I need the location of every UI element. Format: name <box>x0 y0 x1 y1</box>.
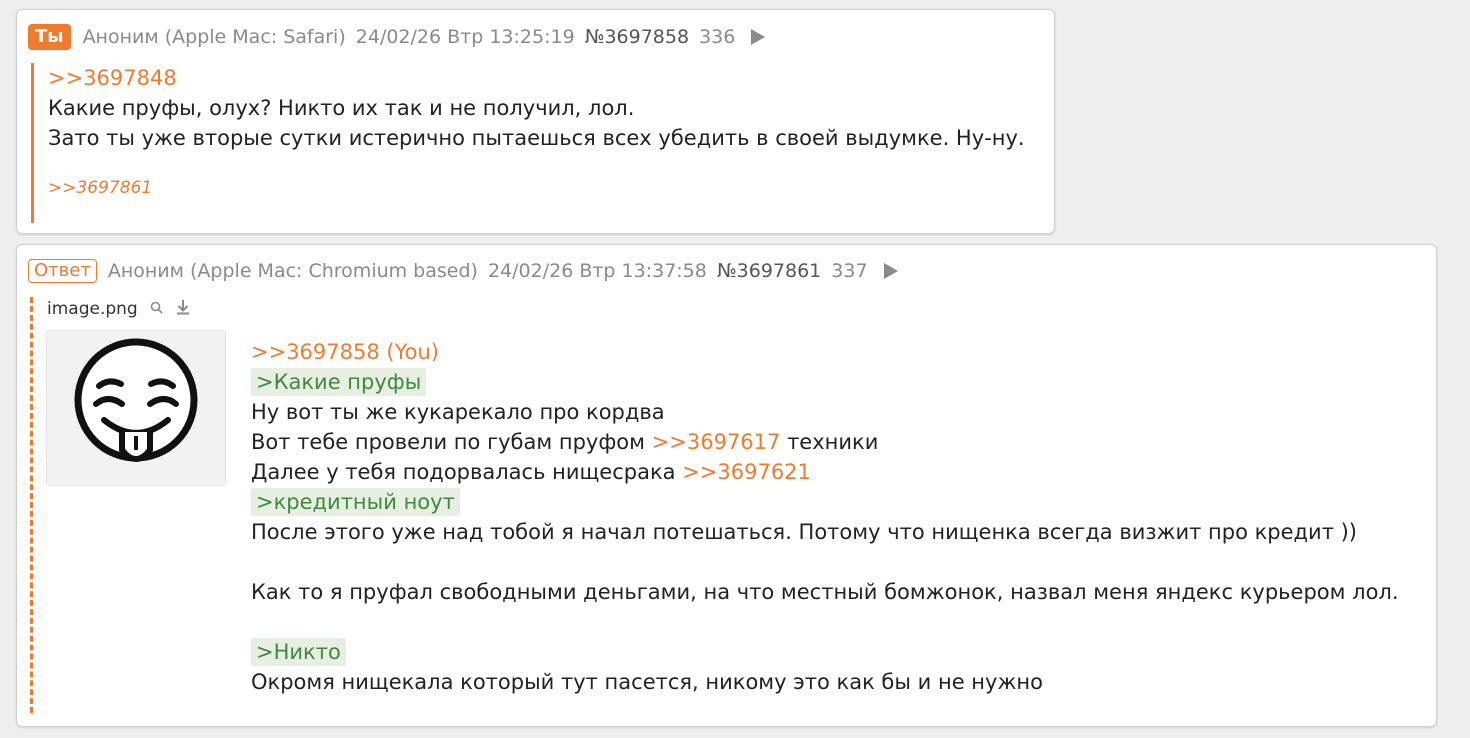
post-count: 336 <box>699 26 736 48</box>
file-info: image.png <box>47 299 191 319</box>
message-text: техники <box>780 430 879 454</box>
post-number[interactable]: №3697861 <box>717 260 821 282</box>
message-line: Окромя нищекала который тут пасется, ник… <box>251 670 1043 694</box>
message-text: Далее у тебя подорвалась нищесрака <box>251 460 683 484</box>
download-icon[interactable] <box>175 299 191 319</box>
backlink[interactable]: >>3697861 <box>48 178 152 198</box>
post-author: Аноним (Apple Mac: Safari) <box>82 26 346 48</box>
message-line: Далее у тебя подорвалась нищесрака >>369… <box>251 457 1399 487</box>
message-line: Зато ты уже вторые сутки истерично пытае… <box>48 126 1025 150</box>
magnifier-icon[interactable] <box>150 300 163 318</box>
backlinks: >>3697861 <box>48 173 1025 203</box>
post-message: >>3697848 Какие пруфы, олух? Никто их та… <box>31 63 1025 223</box>
post-count: 337 <box>831 260 868 282</box>
quote-text: >кредитный ноут <box>251 488 460 516</box>
message-line: Какие пруфы, олух? Никто их так и не пол… <box>48 96 635 120</box>
reply-indicator-line <box>30 297 33 713</box>
post-date: 24/02/26 Втр 13:25:19 <box>355 26 575 48</box>
post-3697858: Ты Аноним (Apple Mac: Safari) 24/02/26 В… <box>16 9 1055 234</box>
post-date: 24/02/26 Втр 13:37:58 <box>487 260 707 282</box>
empty-line <box>251 607 1399 637</box>
message-line: После этого уже над тобой я начал потеша… <box>251 520 1357 544</box>
reply-link[interactable]: >>3697621 <box>682 460 811 484</box>
you-badge: Ты <box>28 24 71 50</box>
post-3697861: Ответ Аноним (Apple Mac: Chromium based)… <box>16 244 1437 727</box>
reply-link[interactable]: >>3697848 <box>48 63 1025 93</box>
post-number[interactable]: №3697858 <box>585 26 689 48</box>
play-icon[interactable] <box>883 263 898 279</box>
message-line: Ну вот ты же кукарекало про кордва <box>251 400 665 424</box>
quote-text: >Какие пруфы <box>251 368 427 396</box>
empty-line <box>251 547 1399 577</box>
file-name[interactable]: image.png <box>47 299 138 319</box>
reply-link[interactable]: >>3697858 (You) <box>251 337 1399 367</box>
drooling-face-icon <box>74 338 198 462</box>
quote-text: >Никто <box>251 638 346 666</box>
play-icon[interactable] <box>751 29 766 45</box>
reply-link[interactable]: >>3697617 <box>652 430 781 454</box>
post-author: Аноним (Apple Mac: Chromium based) <box>107 260 478 282</box>
message-line: Вот тебе провели по губам пруфом >>36976… <box>251 427 1399 457</box>
post-header: Ты Аноним (Apple Mac: Safari) 24/02/26 В… <box>28 24 766 50</box>
image-thumbnail[interactable] <box>47 331 225 485</box>
message-line: Как то я пруфал свободными деньгами, на … <box>251 580 1399 604</box>
reply-badge: Ответ <box>28 259 97 283</box>
post-message: >>3697858 (You) >Какие пруфы Ну вот ты ж… <box>251 337 1399 697</box>
message-text: Вот тебе провели по губам пруфом <box>251 430 652 454</box>
post-header: Ответ Аноним (Apple Mac: Chromium based)… <box>28 259 898 283</box>
